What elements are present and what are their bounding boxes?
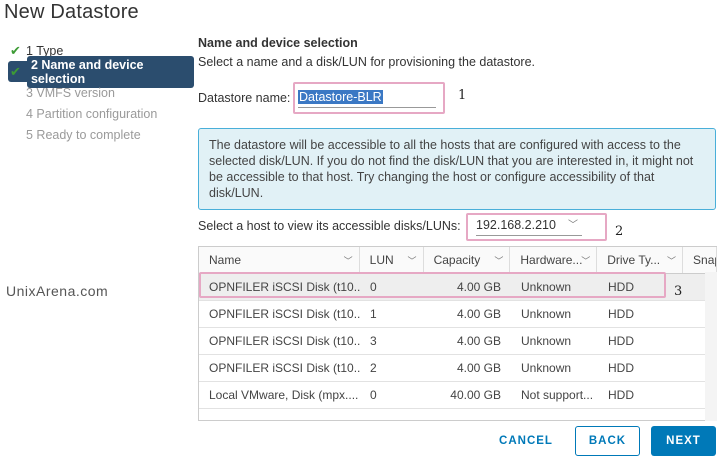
cancel-button[interactable]: CANCEL <box>491 426 561 456</box>
highlight-box-host <box>466 213 607 241</box>
watermark: UnixArena.com <box>6 283 109 299</box>
col-capacity[interactable]: Capacity ﹀ <box>424 247 511 273</box>
cell-hardware: Not support... <box>521 388 594 402</box>
chevron-down-icon: ﹀ <box>667 255 677 266</box>
next-button[interactable]: NEXT <box>651 426 716 456</box>
cell-name: Local VMware, Disk (mpx.... <box>209 388 359 402</box>
check-icon: ✔ <box>10 42 21 58</box>
step-label: 2 Name and device selection <box>26 55 194 88</box>
table-header: Name ﹀ LUN ﹀ Capacity ﹀ Hardware... ﹀ Drive … <box>199 247 717 274</box>
cell-name: OPNFILER iSCSI Disk (t10.... <box>209 334 360 348</box>
annotation-three: 3 <box>674 284 683 299</box>
table-row[interactable]: OPNFILER iSCSI Disk (t10.... 3 4.00 GB U… <box>199 328 717 355</box>
back-button[interactable]: BACK <box>575 426 640 456</box>
step-ready: 5 Ready to complete <box>8 124 194 145</box>
cell-lun: 1 <box>370 307 377 321</box>
cell-capacity: 4.00 GB <box>456 334 501 348</box>
cell-drive-type: HDD <box>608 334 634 348</box>
annotation-two: 2 <box>615 224 624 239</box>
cell-lun: 3 <box>370 334 377 348</box>
wizard-steps: ✔ 1 Type ✔ 2 Name and device selection 3… <box>8 40 194 145</box>
highlight-box-name <box>293 82 445 114</box>
col-name[interactable]: Name ﹀ <box>199 247 360 273</box>
table-row[interactable]: OPNFILER iSCSI Disk (t10.... 2 4.00 GB U… <box>199 355 717 382</box>
highlight-box-row <box>199 272 666 298</box>
chevron-down-icon: ﹀ <box>581 255 591 266</box>
cell-drive-type: HDD <box>608 388 634 402</box>
annotation-one: 1 <box>458 88 467 103</box>
col-hardware[interactable]: Hardware... ﹀ <box>510 247 598 273</box>
step-label: 3 VMFS version <box>26 85 115 100</box>
cell-name: OPNFILER iSCSI Disk (t10.... <box>209 361 360 375</box>
col-drive-type[interactable]: Drive Ty... ﹀ <box>597 247 684 273</box>
chevron-down-icon: ﹀ <box>407 255 417 266</box>
col-lun[interactable]: LUN ﹀ <box>360 247 424 273</box>
cell-capacity: 4.00 GB <box>456 307 501 321</box>
step-name-device[interactable]: ✔ 2 Name and device selection <box>8 55 194 88</box>
datastore-name-label: Datastore name: <box>198 91 291 105</box>
table-scrollbar[interactable] <box>705 272 717 421</box>
cell-hardware: Unknown <box>521 307 572 321</box>
info-banner: The datastore will be accessible to all … <box>198 128 716 210</box>
section-title: Name and device selection <box>198 36 358 50</box>
step-label: 5 Ready to complete <box>26 127 141 142</box>
section-subtitle: Select a name and a disk/LUN for provisi… <box>198 55 535 69</box>
wizard-title: New Datastore <box>4 1 139 23</box>
cell-lun: 0 <box>370 388 377 402</box>
chevron-down-icon: ﹀ <box>494 255 504 266</box>
chevron-down-icon: ﹀ <box>343 255 353 266</box>
cell-capacity: 40.00 GB <box>450 388 501 402</box>
cell-lun: 2 <box>370 361 377 375</box>
col-snap[interactable]: Snap <box>683 247 717 273</box>
host-select-label: Select a host to view its accessible dis… <box>198 219 461 233</box>
table-row[interactable]: Local VMware, Disk (mpx.... 0 40.00 GB N… <box>199 382 717 409</box>
step-label: 4 Partition configuration <box>26 106 158 121</box>
cell-name: OPNFILER iSCSI Disk (t10.... <box>209 307 360 321</box>
cell-hardware: Unknown <box>521 361 572 375</box>
check-icon: ✔ <box>10 63 21 79</box>
cell-drive-type: HDD <box>608 307 634 321</box>
table-row[interactable]: OPNFILER iSCSI Disk (t10.... 1 4.00 GB U… <box>199 301 717 328</box>
step-partition: 4 Partition configuration <box>8 103 194 124</box>
cell-capacity: 4.00 GB <box>456 361 501 375</box>
cell-hardware: Unknown <box>521 334 572 348</box>
cell-drive-type: HDD <box>608 361 634 375</box>
